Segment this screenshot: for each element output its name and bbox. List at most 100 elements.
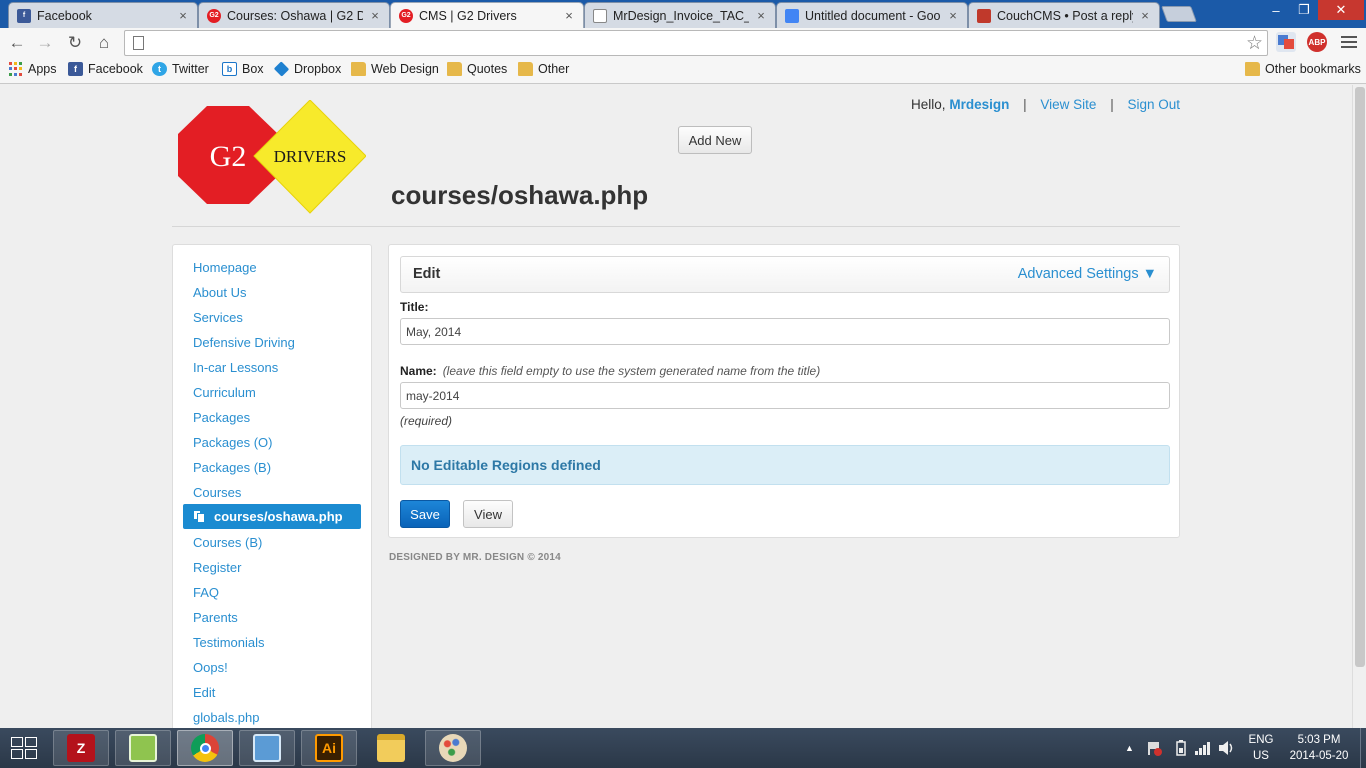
bookmark-star-icon[interactable]: ☆ xyxy=(1246,32,1263,55)
reload-icon[interactable]: ↻ xyxy=(64,32,86,54)
bookmark-dropbox[interactable]: Dropbox xyxy=(273,61,341,77)
logo-g2-text: G2 xyxy=(210,140,247,173)
bookmark-apps[interactable]: Apps xyxy=(8,62,57,76)
sidebar-item-label: courses/oshawa.php xyxy=(214,509,343,524)
home-icon[interactable]: ⌂ xyxy=(93,32,115,54)
close-icon[interactable]: × xyxy=(177,8,189,23)
bookmark-other-bookmarks[interactable]: Other bookmarks xyxy=(1245,62,1361,76)
chrome-icon-center xyxy=(199,742,211,754)
translate-extension-icon[interactable] xyxy=(1276,32,1296,52)
windows-start-icon[interactable] xyxy=(11,737,39,761)
chrome-menu-icon[interactable] xyxy=(1341,36,1357,51)
browser-tab-bar: f Facebook × G2 Courses: Oshawa | G2 Dri… xyxy=(0,0,1366,28)
close-icon[interactable]: × xyxy=(1139,8,1151,23)
tab-google-docs[interactable]: Untitled document - Google Docs × xyxy=(776,2,968,28)
sidebar-item-register[interactable]: Register xyxy=(193,560,241,575)
close-icon[interactable]: × xyxy=(755,8,767,23)
system-clock[interactable]: 5:03 PM 2014-05-20 xyxy=(1286,728,1352,768)
sidebar-item-services[interactable]: Services xyxy=(193,310,243,325)
sidebar-item-edit[interactable]: Edit xyxy=(193,685,215,700)
bookmark-label: Apps xyxy=(28,62,57,76)
required-note: (required) xyxy=(400,414,453,428)
minimize-button[interactable]: – xyxy=(1262,0,1290,20)
sidebar-item-curriculum[interactable]: Curriculum xyxy=(193,385,256,400)
back-arrow-icon[interactable]: ← xyxy=(6,32,28,54)
logo-drivers-text: DRIVERS xyxy=(274,147,347,166)
tab-couchcms[interactable]: CouchCMS • Post a reply × xyxy=(968,2,1160,28)
taskbar-chrome[interactable] xyxy=(177,730,233,766)
sidebar-item-faq[interactable]: FAQ xyxy=(193,585,219,600)
bookmark-facebook[interactable]: f Facebook xyxy=(68,62,143,76)
save-button[interactable]: Save xyxy=(400,500,450,528)
page-scrollbar[interactable] xyxy=(1352,85,1366,728)
sidebar-item-defensive-driving[interactable]: Defensive Driving xyxy=(193,335,295,350)
taskbar-file-explorer[interactable] xyxy=(363,730,419,766)
sidebar-item-oops[interactable]: Oops! xyxy=(193,660,228,675)
close-icon[interactable]: × xyxy=(369,8,381,23)
bookmark-folder-quotes[interactable]: Quotes xyxy=(447,62,507,76)
sidebar-item-globals[interactable]: globals.php xyxy=(193,710,260,725)
footer-credit: DESIGNED BY MR. DESIGN © 2014 xyxy=(389,552,561,563)
sidebar-item-parents[interactable]: Parents xyxy=(193,610,238,625)
sidebar-item-packages[interactable]: Packages xyxy=(193,410,250,425)
bookmark-folder-other[interactable]: Other xyxy=(518,62,569,76)
username-link[interactable]: Mrdesign xyxy=(949,97,1009,112)
page-title: courses/oshawa.php xyxy=(391,180,649,210)
taskbar-control-panel[interactable] xyxy=(239,730,295,766)
input-language-indicator[interactable]: ENG US xyxy=(1246,728,1276,768)
taskbar-filezilla[interactable]: Z xyxy=(53,730,109,766)
forward-arrow-icon[interactable]: → xyxy=(34,32,56,54)
bookmark-box[interactable]: b Box xyxy=(222,62,264,76)
action-center-flag-icon[interactable] xyxy=(1146,728,1162,768)
bookmark-twitter[interactable]: t Twitter xyxy=(152,62,209,76)
g2-drivers-logo[interactable]: G2 DRIVERS xyxy=(176,100,366,215)
sidebar-item-courses-oshawa[interactable]: courses/oshawa.php xyxy=(183,504,361,529)
greeting-text: Hello, xyxy=(911,97,946,112)
sign-out-link[interactable]: Sign Out xyxy=(1127,97,1180,112)
close-window-button[interactable]: ✕ xyxy=(1318,0,1364,20)
close-icon[interactable]: × xyxy=(563,8,575,23)
sidebar-item-about-us[interactable]: About Us xyxy=(193,285,246,300)
scrollbar-thumb[interactable] xyxy=(1355,87,1365,667)
g2-icon: G2 xyxy=(399,8,413,23)
bookmark-folder-web-design[interactable]: Web Design xyxy=(351,62,439,76)
add-new-button[interactable]: Add New xyxy=(678,126,752,154)
view-button[interactable]: View xyxy=(463,500,513,528)
show-hidden-icons-arrow[interactable]: ▲ xyxy=(1125,728,1134,768)
sidebar-item-courses[interactable]: Courses xyxy=(193,485,241,500)
bookmark-label: Facebook xyxy=(88,62,143,76)
tab-invoice[interactable]: MrDesign_Invoice_TAC_pr × xyxy=(584,2,776,28)
tab-cms-g2-drivers[interactable]: G2 CMS | G2 Drivers × xyxy=(390,2,584,28)
advanced-settings-toggle[interactable]: Advanced Settings ▼ xyxy=(1018,266,1157,282)
sidebar-item-packages-b[interactable]: Packages (B) xyxy=(193,460,271,475)
folder-icon xyxy=(447,62,462,76)
close-icon[interactable]: × xyxy=(947,8,959,23)
sidebar-item-homepage[interactable]: Homepage xyxy=(193,260,257,275)
bookmark-label: Other xyxy=(538,62,570,76)
name-input[interactable] xyxy=(400,382,1170,409)
taskbar-illustrator[interactable]: Ai xyxy=(301,730,357,766)
tab-label: CMS | G2 Drivers xyxy=(419,8,517,23)
taskbar-notepad-plus-plus[interactable] xyxy=(115,730,171,766)
tab-courses-oshawa[interactable]: G2 Courses: Oshawa | G2 Drivers × xyxy=(198,2,390,28)
restore-button[interactable]: ❐ xyxy=(1290,0,1318,20)
battery-icon[interactable] xyxy=(1176,728,1186,768)
sidebar-item-courses-b[interactable]: Courses (B) xyxy=(193,535,262,550)
tab-facebook[interactable]: f Facebook × xyxy=(8,2,198,28)
title-input[interactable] xyxy=(400,318,1170,345)
new-tab-button[interactable] xyxy=(1161,6,1197,22)
sidebar-item-in-car-lessons[interactable]: In-car Lessons xyxy=(193,360,278,375)
volume-icon[interactable] xyxy=(1218,728,1236,768)
show-desktop-button[interactable] xyxy=(1360,728,1366,768)
title-label: Title: xyxy=(400,300,429,314)
language-text: ENG xyxy=(1248,734,1274,746)
taskbar-paint[interactable] xyxy=(425,730,481,766)
tab-label: CouchCMS • Post a reply xyxy=(997,8,1133,23)
sidebar-item-packages-o[interactable]: Packages (O) xyxy=(193,435,272,450)
network-signal-icon[interactable] xyxy=(1194,728,1212,768)
view-site-link[interactable]: View Site xyxy=(1040,97,1096,112)
header-divider xyxy=(172,226,1180,227)
address-bar[interactable]: ☆ xyxy=(124,30,1268,56)
adblock-plus-icon[interactable]: ABP xyxy=(1307,32,1327,52)
sidebar-item-testimonials[interactable]: Testimonials xyxy=(193,635,265,650)
